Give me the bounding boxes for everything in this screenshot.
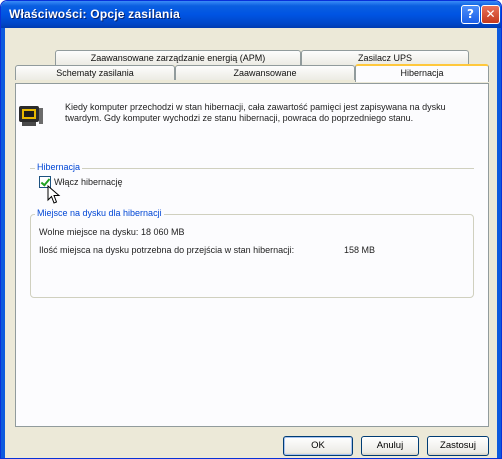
close-button[interactable]: ✕: [481, 5, 500, 24]
tab-ups[interactable]: Zasilacz UPS: [301, 50, 469, 65]
disk-space-group-title: Miejsce na dysku dla hibernacji: [35, 208, 164, 218]
tab-apm[interactable]: Zaawansowane zarządzanie energią (APM): [55, 50, 301, 65]
apply-button[interactable]: Zastosuj: [427, 436, 489, 456]
enable-hibernation-label[interactable]: Włącz hibernację: [54, 177, 123, 187]
required-space-value: 158 MB: [344, 245, 376, 255]
required-space-label: Ilość miejsca na dysku potrzebna do prze…: [39, 245, 295, 255]
title-bar[interactable]: Właściwości: Opcje zasilania ? ✕: [1, 1, 501, 28]
free-space-label: Wolne miejsce na dysku:: [39, 227, 139, 237]
cancel-button[interactable]: Anuluj: [361, 436, 419, 456]
dialog-window: Właściwości: Opcje zasilania ? ✕ Zaawans…: [0, 0, 502, 459]
window-border-left: [1, 28, 5, 458]
ok-button[interactable]: OK: [283, 436, 353, 456]
window-title: Właściwości: Opcje zasilania: [9, 7, 180, 21]
tab-hibernation[interactable]: Hibernacja: [355, 64, 489, 82]
free-space-value: 18 060 MB: [141, 227, 185, 237]
hibernation-description: Kiedy komputer przechodzi w stan hiberna…: [65, 102, 446, 123]
window-border-right: [497, 28, 501, 458]
tab-power-schemes[interactable]: Schematy zasilania: [15, 65, 175, 80]
tab-advanced[interactable]: Zaawansowane: [175, 65, 355, 80]
help-button[interactable]: ?: [461, 5, 480, 24]
hibernation-group-title: Hibernacja: [35, 162, 83, 172]
mouse-cursor-icon: [47, 185, 61, 204]
hibernate-monitor-icon: [19, 106, 43, 126]
